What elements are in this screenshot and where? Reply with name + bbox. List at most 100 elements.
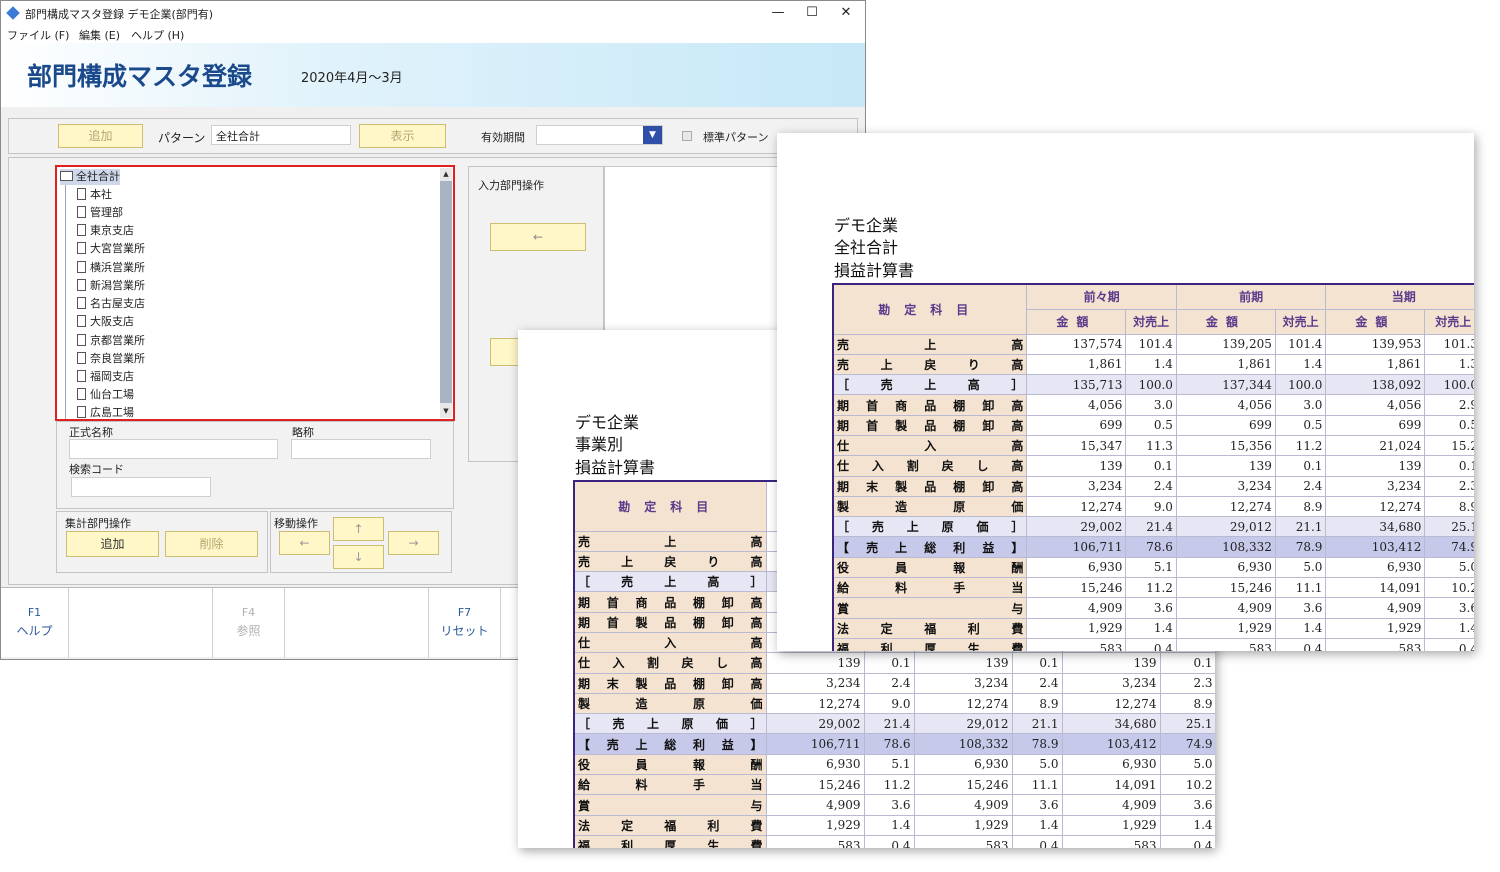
tree-item[interactable]: 仙台工場 [77, 387, 134, 403]
ratio-cell: 1.3 [1424, 353, 1474, 376]
ratio-cell: 0.1 [1125, 455, 1177, 477]
table-row: 期首商品棚卸高4,0563.04,0563.04,0562.9 [832, 394, 1474, 416]
ratio-cell: 3.6 [1159, 794, 1215, 816]
fkey-blank[interactable] [285, 588, 429, 658]
ratio-cell: 1.4 [863, 814, 915, 836]
tree-item[interactable]: 新潟営業所 [77, 278, 145, 294]
tree-item[interactable]: 本社 [77, 187, 112, 203]
document-icon [77, 279, 86, 291]
f4-reference-button[interactable]: F4 参照 [213, 588, 285, 658]
menu-help[interactable]: ヘルプ (H) [131, 27, 184, 43]
search-code-label: 検索コード [69, 463, 124, 476]
f7-reset-button[interactable]: F7 リセット [429, 588, 501, 658]
move-left-button[interactable]: ← [490, 223, 586, 251]
ratio-cell: 2.3 [1424, 475, 1474, 497]
ratio-cell: 2.9 [1424, 394, 1474, 416]
amount-cell: 137,574 [1026, 333, 1127, 355]
table-row: 仕入高15,34711.315,35611.221,02415.2 [832, 434, 1474, 457]
amount-cell: 4,909 [765, 794, 865, 816]
ratio-cell: 10.2 [1424, 577, 1474, 599]
amount-cell: 103,412 [1061, 733, 1161, 755]
tree-item[interactable]: 大阪支店 [77, 314, 134, 330]
amount-cell: 14,091 [1061, 774, 1161, 796]
ratio-cell: 78.6 [863, 733, 915, 755]
amount-cell: 4,909 [1325, 597, 1426, 619]
account-cell: 賞与 [832, 597, 1028, 619]
menu-file[interactable]: ファイル (F) [7, 27, 69, 43]
document-icon [77, 261, 86, 273]
report-title: 損益計算書 [575, 458, 656, 477]
account-cell: 賞与 [573, 794, 767, 816]
ratio-cell: 5.1 [1125, 556, 1177, 579]
move-right-op-button[interactable]: → [388, 531, 439, 555]
search-code-input[interactable] [71, 477, 211, 497]
tree-item[interactable]: 京都営業所 [77, 333, 145, 349]
ratio-cell: 21.1 [1011, 713, 1063, 735]
document-icon [77, 334, 86, 346]
amount-cell: 3,234 [1026, 475, 1127, 497]
tree-item[interactable]: 大宮営業所 [77, 241, 145, 257]
scroll-up-icon[interactable]: ▲ [440, 168, 452, 180]
amount-cell: 139 [1061, 652, 1161, 674]
abbr-input[interactable] [291, 439, 431, 459]
amount-cell: 4,909 [1175, 597, 1276, 619]
move-down-button[interactable]: ↓ [333, 545, 384, 569]
tree-item[interactable]: 奈良営業所 [77, 351, 145, 367]
menu-edit[interactable]: 編集 (E) [79, 27, 120, 43]
tree-item[interactable]: 東京支店 [77, 223, 134, 239]
account-cell: 製造原価 [832, 495, 1028, 518]
department-tree[interactable]: 全社合計 本社 管理部 東京支店 大宮営業所 横浜営業所 新潟営業所 名古屋支店… [55, 165, 455, 421]
show-button[interactable]: 表示 [359, 124, 446, 148]
scroll-down-icon[interactable]: ▼ [440, 405, 452, 417]
amount-cell: 135,713 [1026, 374, 1127, 396]
f1-help-button[interactable]: F1 ヘルプ [1, 588, 69, 658]
move-up-button[interactable]: ↑ [333, 517, 384, 541]
report-scope: 全社合計 [834, 238, 899, 257]
aggregate-add-button[interactable]: 追加 [66, 531, 159, 557]
amount-cell: 139 [765, 652, 865, 674]
account-cell: 期首商品棚卸高 [573, 591, 767, 613]
tree-root[interactable]: 全社合計 [60, 169, 120, 185]
tree-item[interactable]: 横浜営業所 [77, 260, 145, 276]
account-header: 勘定科目 [573, 480, 767, 532]
document-icon [77, 406, 86, 418]
ratio-cell: 0.5 [1424, 414, 1474, 436]
pattern-input[interactable]: 全社合計 [211, 125, 351, 145]
maximize-button[interactable]: ☐ [795, 3, 829, 23]
amount-cell: 1,929 [1061, 814, 1161, 836]
move-left-op-button[interactable]: ← [279, 531, 330, 555]
ratio-cell: 0.1 [1274, 455, 1327, 477]
std-pattern-checkbox[interactable] [682, 131, 692, 141]
document-icon [77, 188, 86, 200]
move-right-button-partial[interactable] [490, 338, 520, 366]
table-row: 法定福利費1,9291.41,9291.41,9291.4 [573, 814, 1215, 836]
minimize-button[interactable]: — [761, 3, 795, 23]
formal-name-input[interactable] [69, 439, 278, 459]
account-cell: 仕入割戻し高 [832, 455, 1028, 477]
chevron-down-icon[interactable]: ▼ [643, 126, 662, 144]
ratio-cell: 3.0 [1274, 394, 1327, 416]
add-pattern-button[interactable]: 追加 [58, 124, 143, 148]
amount-cell: 15,356 [1175, 434, 1276, 457]
account-cell: 給料手当 [573, 774, 767, 796]
amount-cell: 108,332 [1175, 536, 1276, 558]
fkey-blank[interactable] [69, 588, 213, 658]
tree-item[interactable]: 広島工場 [77, 405, 134, 419]
tree-item[interactable]: 福岡支店 [77, 369, 134, 385]
ratio-cell: 101.4 [1274, 333, 1327, 355]
tree-item[interactable]: 名古屋支店 [77, 296, 145, 312]
close-button[interactable]: ✕ [829, 3, 863, 23]
amount-cell: 4,909 [1026, 597, 1127, 619]
ratio-cell: 21.1 [1274, 516, 1327, 538]
aggregate-delete-button[interactable]: 削除 [165, 531, 258, 557]
amount-cell: 4,056 [1325, 394, 1426, 416]
tree-scrollbar-thumb[interactable] [440, 181, 452, 403]
formal-name-label: 正式名称 [69, 426, 113, 439]
amount-cell: 6,930 [1175, 556, 1276, 579]
ratio-cell: 8.9 [1159, 692, 1215, 715]
table-row: 役員報酬6,9305.16,9305.06,9305.0 [573, 753, 1215, 776]
report-company: デモ企業 [834, 216, 899, 235]
ratio-cell: 101.4 [1125, 333, 1177, 355]
amount-cell: 6,930 [913, 753, 1013, 776]
tree-item[interactable]: 管理部 [77, 205, 123, 221]
